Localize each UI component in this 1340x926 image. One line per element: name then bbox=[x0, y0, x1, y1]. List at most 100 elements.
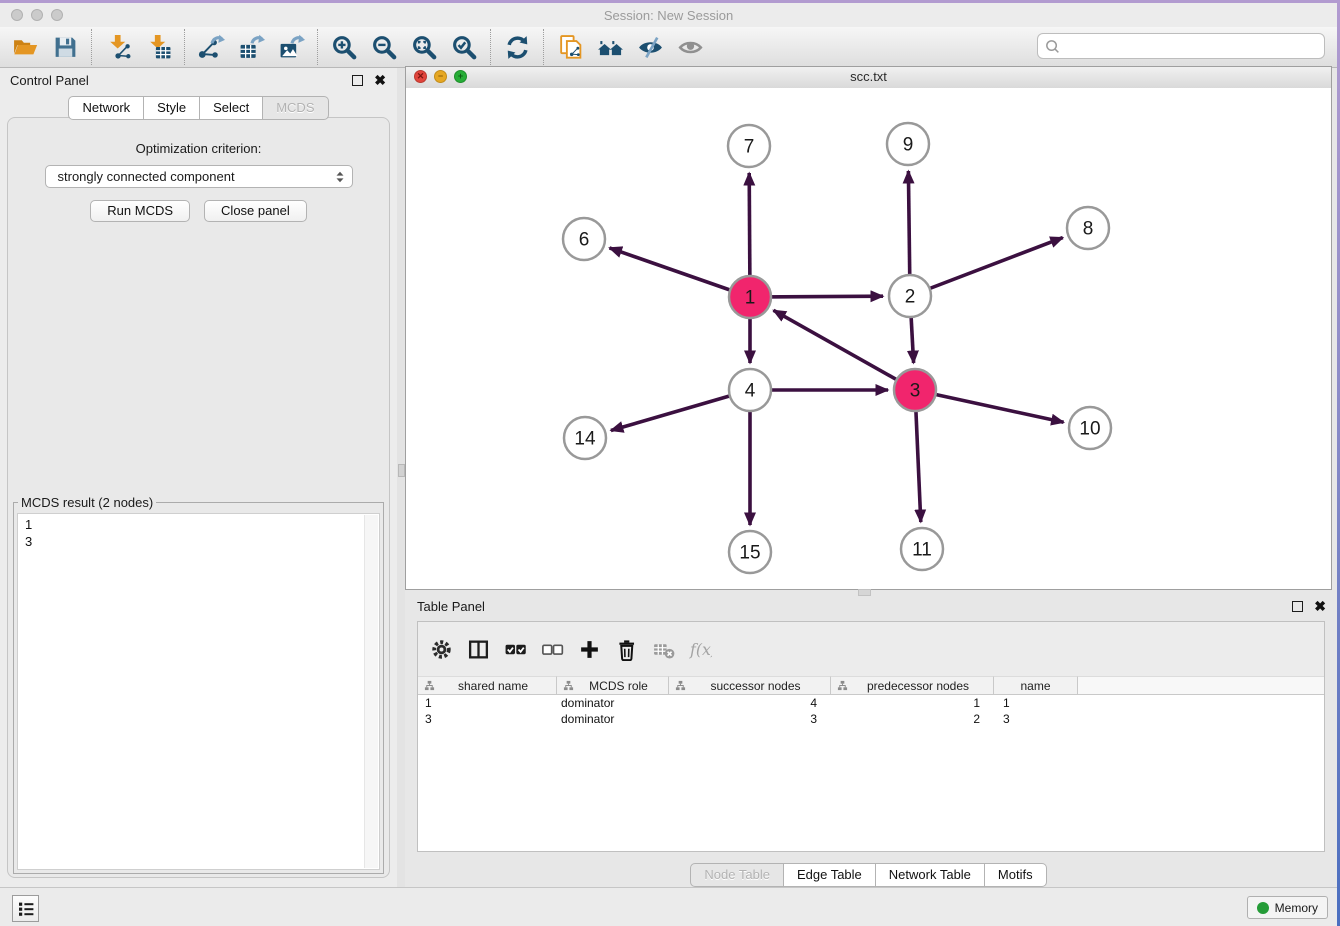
svg-text:14: 14 bbox=[574, 429, 596, 450]
toolbar-export-image-button[interactable] bbox=[271, 30, 311, 64]
close-panel-button[interactable]: Close panel bbox=[204, 200, 307, 222]
window-controls bbox=[11, 9, 63, 21]
split-divider-vertical[interactable] bbox=[397, 68, 405, 888]
tab-style[interactable]: Style bbox=[144, 96, 200, 120]
graph-node-6[interactable]: 6 bbox=[563, 218, 605, 260]
table-deselect-all-button[interactable] bbox=[537, 634, 567, 664]
toolbar-hide-selected-button[interactable] bbox=[630, 30, 670, 64]
result-scrollbar[interactable] bbox=[364, 515, 378, 868]
table-add-column-button[interactable] bbox=[574, 634, 604, 664]
toolbar-import-network-button[interactable] bbox=[98, 30, 138, 64]
graph-node-9[interactable]: 9 bbox=[887, 123, 929, 165]
toolbar-export-network-button[interactable] bbox=[191, 30, 231, 64]
toolbar-open-file-button[interactable] bbox=[5, 30, 45, 64]
close-panel-icon[interactable]: ✖ bbox=[374, 74, 386, 86]
table-row[interactable]: 1dominator411 bbox=[418, 695, 1324, 711]
delete-column-icon bbox=[615, 638, 638, 661]
graph-node-3[interactable]: 3 bbox=[894, 369, 936, 411]
graph-node-8[interactable]: 8 bbox=[1067, 207, 1109, 249]
toolbar-import-table-button[interactable] bbox=[138, 30, 178, 64]
table-cell[interactable]: 4 bbox=[669, 695, 831, 711]
column-header-shared-name[interactable]: shared name bbox=[418, 676, 557, 695]
network-zoom-button[interactable]: + bbox=[454, 70, 467, 83]
graph-node-4[interactable]: 4 bbox=[729, 369, 771, 411]
tab-network[interactable]: Network bbox=[68, 96, 144, 120]
table-select-all-button[interactable] bbox=[500, 634, 530, 664]
graph-node-14[interactable]: 14 bbox=[564, 417, 606, 459]
toolbar-zoom-out-button[interactable] bbox=[364, 30, 404, 64]
table-row[interactable]: 3dominator323 bbox=[418, 711, 1324, 727]
column-header-successor-nodes[interactable]: successor nodes bbox=[669, 676, 831, 695]
table-settings-button[interactable] bbox=[426, 634, 456, 664]
search-box[interactable] bbox=[1037, 33, 1325, 59]
mcds-result-group: MCDS result (2 nodes) 1 3 bbox=[13, 495, 384, 874]
column-header-MCDS-role[interactable]: MCDS role bbox=[557, 676, 669, 695]
tab-edge-table[interactable]: Edge Table bbox=[784, 863, 876, 887]
table-cell[interactable]: dominator bbox=[557, 711, 669, 727]
network-window-titlebar[interactable]: ✕ − + scc.txt bbox=[406, 67, 1331, 89]
toolbar-zoom-in-button[interactable] bbox=[324, 30, 364, 64]
graph-node-10[interactable]: 10 bbox=[1069, 407, 1111, 449]
zoom-window-button[interactable] bbox=[51, 9, 63, 21]
network-close-button[interactable]: ✕ bbox=[414, 70, 427, 83]
network-minimize-button[interactable]: − bbox=[434, 70, 447, 83]
run-mcds-button[interactable]: Run MCDS bbox=[90, 200, 190, 222]
graph-node-1[interactable]: 1 bbox=[729, 276, 771, 318]
graph-edge-3-1[interactable] bbox=[774, 310, 916, 390]
graph-node-15[interactable]: 15 bbox=[729, 531, 771, 573]
window-title: Session: New Session bbox=[0, 3, 1337, 28]
float-panel-icon[interactable] bbox=[352, 75, 363, 86]
deselect-all-icon bbox=[541, 638, 564, 661]
toolbar-export-table-button[interactable] bbox=[231, 30, 271, 64]
svg-text:8: 8 bbox=[1083, 219, 1094, 240]
table-cell[interactable]: 3 bbox=[669, 711, 831, 727]
table-close-panel-icon[interactable]: ✖ bbox=[1314, 600, 1326, 612]
graph-edge-2-8[interactable] bbox=[910, 238, 1063, 296]
table-cell[interactable]: 2 bbox=[831, 711, 994, 727]
column-header-predecessor-nodes[interactable]: predecessor nodes bbox=[831, 676, 994, 695]
search-input[interactable] bbox=[1061, 35, 1324, 57]
tab-select[interactable]: Select bbox=[200, 96, 263, 120]
toolbar-apply-layout-button[interactable] bbox=[497, 30, 537, 64]
table-cell[interactable]: 3 bbox=[994, 711, 1078, 727]
tab-node-table[interactable]: Node Table bbox=[690, 863, 784, 887]
table-cell[interactable]: 1 bbox=[831, 695, 994, 711]
table-toggle-columns-button[interactable] bbox=[463, 634, 493, 664]
table-cell[interactable]: dominator bbox=[557, 695, 669, 711]
memory-button[interactable]: Memory bbox=[1247, 896, 1328, 919]
table-delete-column-button[interactable] bbox=[611, 634, 641, 664]
graph-node-2[interactable]: 2 bbox=[889, 275, 931, 317]
graph-edge-1-6[interactable] bbox=[610, 248, 751, 297]
close-window-button[interactable] bbox=[11, 9, 23, 21]
toolbar-save-session-button[interactable] bbox=[45, 30, 85, 64]
toolbar-first-neighbors-button[interactable] bbox=[590, 30, 630, 64]
minimize-window-button[interactable] bbox=[31, 9, 43, 21]
table-cell[interactable]: 1 bbox=[418, 695, 557, 711]
network-canvas[interactable]: 1 2 3 4 6 7 8 9 10 11 14 15 bbox=[406, 88, 1331, 589]
export-image-icon bbox=[278, 34, 305, 61]
svg-text:15: 15 bbox=[739, 543, 760, 564]
tab-mcds[interactable]: MCDS bbox=[263, 96, 328, 120]
split-grip-vertical[interactable] bbox=[398, 464, 405, 477]
split-grip-horizontal[interactable] bbox=[858, 589, 871, 596]
column-header-name[interactable]: name bbox=[994, 676, 1078, 695]
table-cell[interactable]: 1 bbox=[994, 695, 1078, 711]
toolbar-clone-network-button[interactable] bbox=[550, 30, 590, 64]
task-history-button[interactable] bbox=[12, 895, 39, 922]
table-float-panel-icon[interactable] bbox=[1292, 601, 1303, 612]
optimization-dropdown[interactable]: strongly connected component bbox=[45, 165, 353, 188]
tab-motifs[interactable]: Motifs bbox=[985, 863, 1047, 887]
optimization-label: Optimization criterion: bbox=[8, 141, 389, 156]
network-graph[interactable]: 1 2 3 4 6 7 8 9 10 11 14 15 bbox=[406, 88, 1331, 589]
graph-edge-3-10[interactable] bbox=[915, 390, 1064, 422]
table-delete-table-button[interactable] bbox=[648, 634, 678, 664]
toolbar-zoom-fit-button[interactable] bbox=[404, 30, 444, 64]
table-cell[interactable]: 3 bbox=[418, 711, 557, 727]
toolbar-show-all-button[interactable] bbox=[670, 30, 710, 64]
toolbar-zoom-selected-button[interactable] bbox=[444, 30, 484, 64]
table-function-builder-button[interactable]: f(x) bbox=[685, 634, 715, 664]
graph-node-7[interactable]: 7 bbox=[728, 125, 770, 167]
settings-icon bbox=[430, 638, 453, 661]
tab-network-table[interactable]: Network Table bbox=[876, 863, 985, 887]
graph-node-11[interactable]: 11 bbox=[901, 528, 943, 570]
